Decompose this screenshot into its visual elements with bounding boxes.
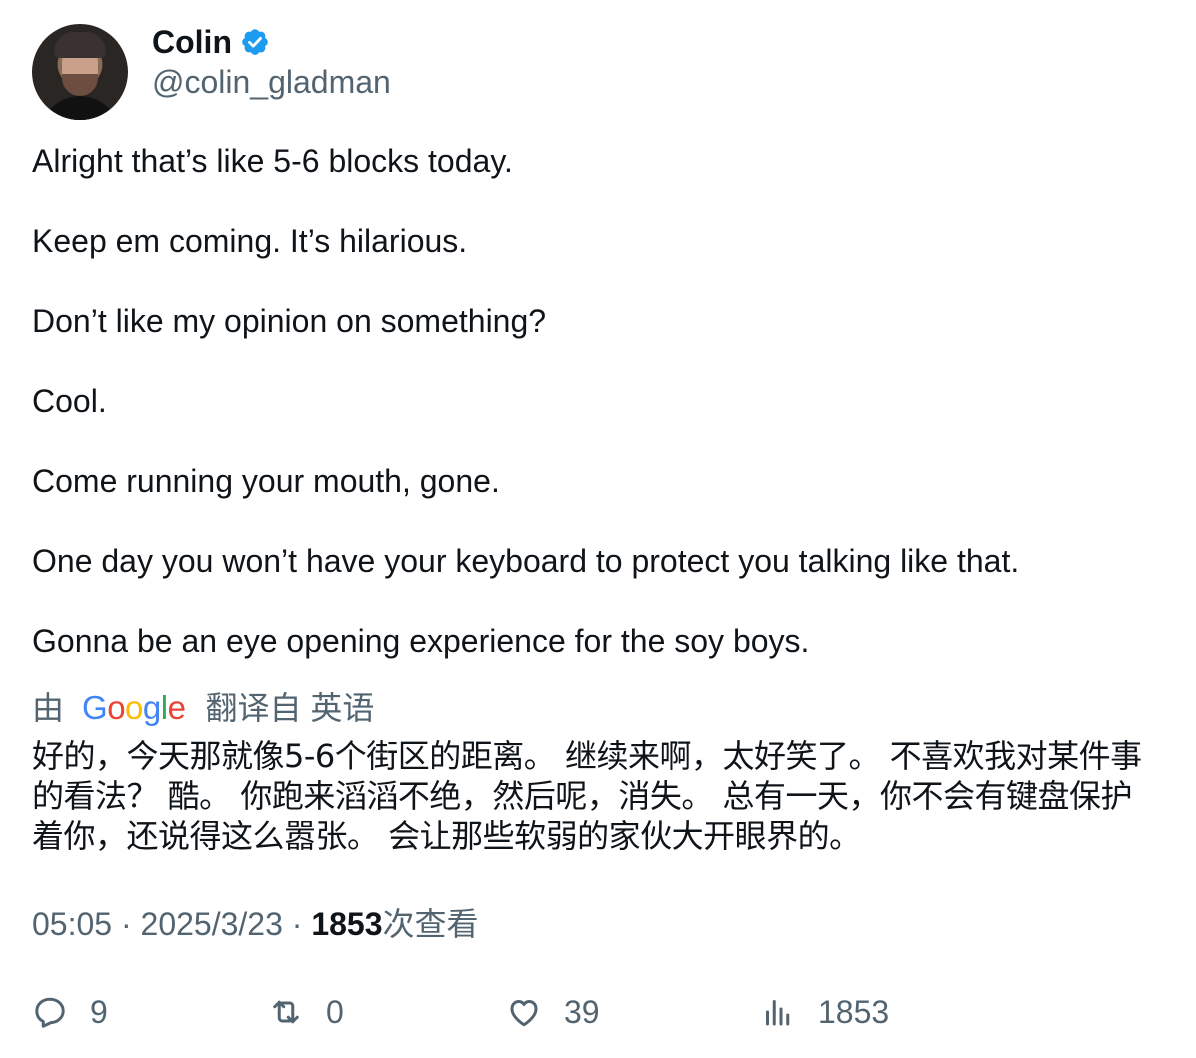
reply-count: 9 <box>90 994 108 1030</box>
tweet-paragraph: Cool. <box>32 383 107 419</box>
author-name[interactable]: Colin <box>152 22 232 62</box>
tweet-meta: 05:05 · 2025/3/23 · 1853次查看 <box>32 904 479 944</box>
retweet-count: 0 <box>326 994 344 1030</box>
author-avatar[interactable] <box>32 24 128 120</box>
tweet-paragraph: Keep em coming. It’s hilarious. <box>32 223 468 259</box>
tweet-paragraph: Gonna be an eye opening experience for t… <box>32 623 810 659</box>
translated-text: 好的，今天那就像5-6个街区的距离。 继续来啊，太好笑了。 不喜欢我对某件事的看… <box>32 737 1142 855</box>
views-button[interactable]: 1853 <box>760 990 889 1034</box>
avatar-hair <box>54 32 106 58</box>
translation-prefix: 由 <box>32 690 65 726</box>
tweet-date[interactable]: 2025/3/23 <box>141 906 283 942</box>
author-handle[interactable]: @colin_gladman <box>152 62 391 102</box>
tweet-paragraph: Alright that’s like 5-6 blocks today. <box>32 143 513 179</box>
tweet-paragraph: Come running your mouth, gone. <box>32 463 500 499</box>
reply-button[interactable]: 9 <box>32 990 108 1034</box>
tweet-actions: 9 0 39 1853 <box>32 990 1162 1034</box>
tweet-text: Alright that’s like 5-6 blocks today. Ke… <box>32 141 1162 661</box>
views-count: 1853 <box>311 906 383 942</box>
reply-icon <box>35 997 65 1028</box>
views-chart-icon <box>766 1000 790 1026</box>
tweet-paragraph: One day you won’t have your keyboard to … <box>32 543 1020 579</box>
tweet-paragraph: Don’t like my opinion on something? <box>32 303 547 339</box>
translation-suffix: 翻译自 英语 <box>205 690 375 726</box>
tweet-time[interactable]: 05:05 <box>32 906 112 942</box>
meta-separator: · <box>120 906 132 942</box>
like-count: 39 <box>564 994 600 1030</box>
verified-badge-icon[interactable] <box>240 27 270 57</box>
views-label: 次查看 <box>382 906 479 942</box>
avatar-beard <box>62 74 98 96</box>
avatar-shoulders <box>40 96 120 120</box>
retweet-button[interactable]: 0 <box>268 990 344 1034</box>
retweet-icon <box>273 1000 299 1024</box>
author-name-row: Colin <box>152 22 270 62</box>
views-action-count: 1853 <box>818 994 890 1030</box>
google-logo: Google <box>82 689 186 726</box>
meta-separator: · <box>291 906 303 942</box>
like-button[interactable]: 39 <box>506 990 600 1034</box>
translation-attribution[interactable]: 由 Google 翻译自 英语 <box>32 688 374 728</box>
heart-icon <box>510 1000 538 1027</box>
